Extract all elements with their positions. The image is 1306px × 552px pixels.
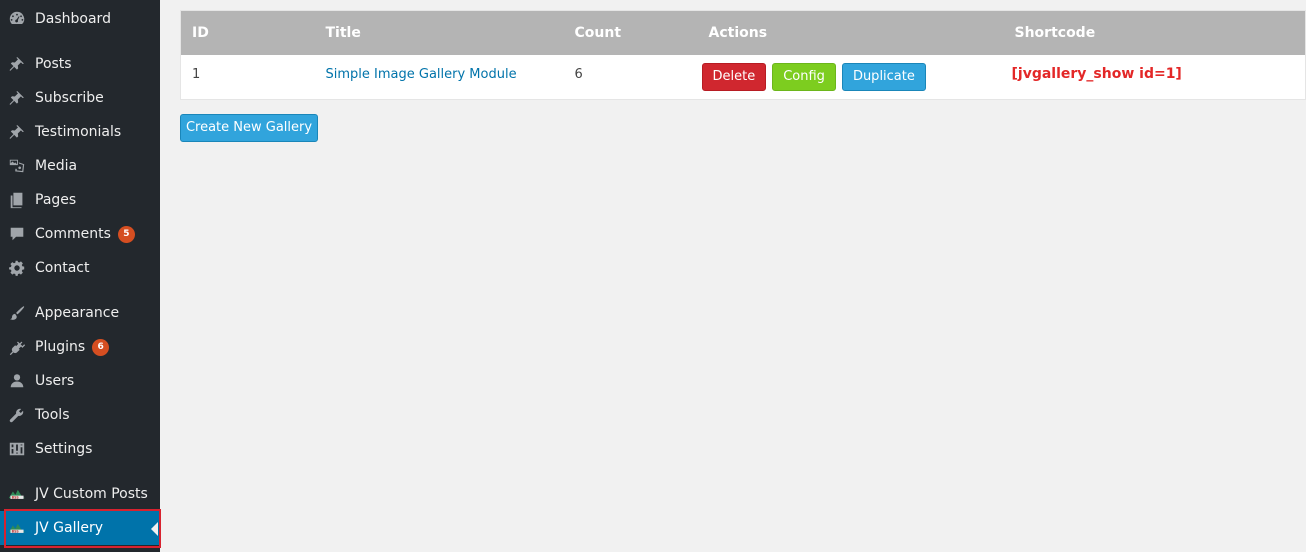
sidebar-item-subscribe[interactable]: Subscribe: [0, 81, 160, 115]
sidebar-item-label: Subscribe: [35, 90, 104, 106]
sidebar-item-posts[interactable]: Posts: [0, 47, 160, 81]
sidebar-item-label: Comments: [35, 226, 111, 242]
bss-logo-icon: BSS: [0, 511, 35, 545]
pages-icon: [0, 183, 35, 217]
sidebar-item-dashboard[interactable]: Dashboard: [0, 2, 160, 36]
sidebar-item-label: JV Gallery: [35, 520, 104, 536]
cell-id: 1: [192, 66, 201, 82]
sidebar-item-label: Testimonials: [35, 124, 122, 140]
svg-text:BSS: BSS: [12, 530, 20, 534]
config-button[interactable]: Config: [772, 62, 836, 91]
wrench-icon: [0, 398, 35, 432]
create-new-gallery-button[interactable]: Create New Gallery: [180, 114, 318, 142]
sidebar-item-plugins[interactable]: Plugins 6: [0, 330, 160, 364]
gallery-table: ID Title Count Actions Shortcode 1 Simpl…: [180, 10, 1306, 100]
gear-icon: [0, 251, 35, 285]
sidebar-item-label: Users: [35, 373, 75, 389]
media-icon: [0, 149, 35, 183]
table-header-row: ID Title Count Actions Shortcode: [180, 10, 1306, 55]
admin-sidebar: Dashboard Posts Subscribe Testimonials M…: [0, 0, 161, 552]
sidebar-item-label: Dashboard: [35, 11, 111, 27]
svg-text:BSS: BSS: [12, 496, 20, 500]
cell-title: Simple Image Gallery Module: [315, 55, 564, 100]
column-header-actions: Actions: [708, 24, 768, 41]
sidebar-item-media[interactable]: Media: [0, 149, 160, 183]
plug-icon: [0, 330, 35, 364]
column-header-id: ID: [192, 24, 209, 41]
pin-icon: [0, 81, 35, 115]
comment-icon: [0, 217, 35, 251]
sidebar-item-jv-gallery[interactable]: BSS JV Gallery: [0, 511, 160, 545]
sidebar-item-appearance[interactable]: Appearance: [0, 296, 160, 330]
dashboard-icon: [0, 2, 35, 36]
bss-logo-icon: BSS: [0, 477, 35, 511]
sidebar-item-label: Contact: [35, 260, 90, 276]
column-header-title: Title: [325, 24, 361, 41]
plugins-count-badge: 6: [92, 338, 110, 356]
sidebar-item-label: Pages: [35, 192, 77, 208]
brush-icon: [0, 296, 35, 330]
delete-button[interactable]: Delete: [701, 62, 767, 91]
column-header-shortcode: Shortcode: [1014, 24, 1096, 41]
sidebar-item-label: Tools: [35, 407, 70, 423]
sidebar-item-pages[interactable]: Pages: [0, 183, 160, 217]
table-row: 1 Simple Image Gallery Module 6 Delete Co…: [181, 55, 1306, 100]
cell-actions: Delete Config Duplicate: [698, 55, 1004, 100]
column-header-count: Count: [574, 24, 622, 41]
pin-icon: [0, 115, 35, 149]
sidebar-item-label: Posts: [35, 56, 72, 72]
pin-icon: [0, 47, 35, 81]
sidebar-item-label: Settings: [35, 441, 93, 457]
sidebar-item-testimonials[interactable]: Testimonials: [0, 115, 160, 149]
duplicate-button[interactable]: Duplicate: [841, 62, 926, 91]
current-item-arrow: [151, 522, 158, 536]
sidebar-item-tools[interactable]: Tools: [0, 398, 160, 432]
gallery-title-link[interactable]: Simple Image Gallery Module: [326, 67, 517, 82]
sidebar-item-label: Appearance: [35, 305, 120, 321]
shortcode-text: [jvgallery_show id=1]: [1011, 65, 1182, 82]
cell-shortcode: [jvgallery_show id=1]: [1004, 55, 1306, 100]
sidebar-item-comments[interactable]: Comments 5: [0, 217, 160, 251]
sidebar-item-label: Media: [35, 158, 78, 174]
sidebar-item-settings[interactable]: Settings: [0, 432, 160, 466]
sidebar-item-label: Plugins: [35, 339, 86, 355]
cell-count: 6: [574, 66, 583, 82]
sidebar-item-jv-custom-posts[interactable]: BSS JV Custom Posts: [0, 477, 160, 511]
sidebar-item-users[interactable]: Users: [0, 364, 160, 398]
sidebar-item-contact[interactable]: Contact: [0, 251, 160, 285]
sidebar-item-label: JV Custom Posts: [35, 486, 148, 502]
settings-icon: [0, 432, 35, 466]
comments-count-badge: 5: [117, 225, 135, 243]
user-icon: [0, 364, 35, 398]
